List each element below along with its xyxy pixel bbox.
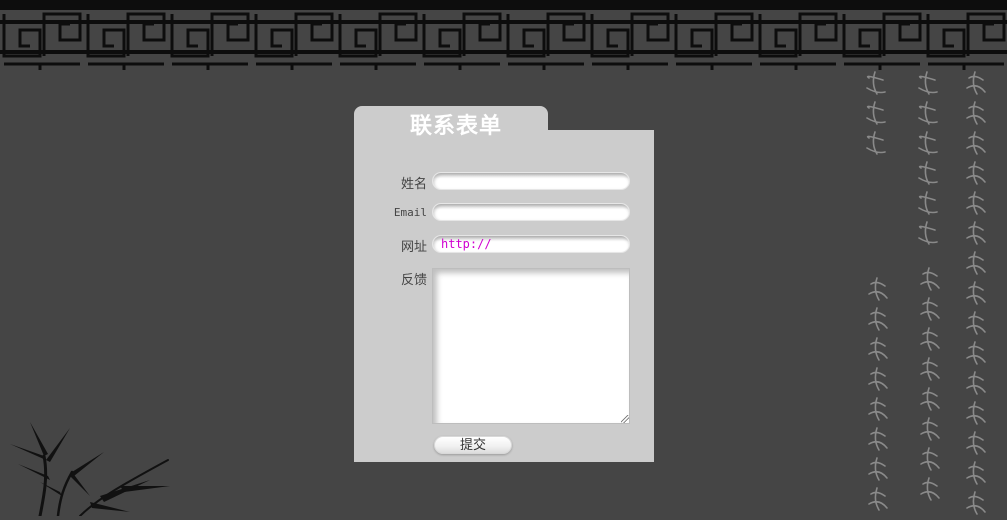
calligraphy-stroke bbox=[918, 221, 938, 245]
name-input[interactable] bbox=[432, 172, 630, 190]
calligraphy-stroke bbox=[868, 337, 888, 361]
calligraphy-stroke bbox=[920, 327, 940, 351]
submit-button[interactable]: 提交 bbox=[434, 436, 512, 454]
calligraphy-stroke bbox=[868, 307, 888, 331]
calligraphy-stroke bbox=[966, 371, 986, 395]
form-title: 联系表单 bbox=[409, 113, 502, 139]
calligraphy-stroke bbox=[866, 71, 886, 95]
calligraphy-stroke bbox=[966, 311, 986, 335]
calligraphy-stroke bbox=[866, 131, 886, 155]
calligraphy-stroke bbox=[868, 367, 888, 391]
name-label: 姓名 bbox=[400, 177, 427, 192]
calligraphy-stroke bbox=[866, 101, 886, 125]
calligraphy-stroke bbox=[966, 251, 986, 275]
calligraphy-stroke bbox=[918, 101, 938, 125]
url-input[interactable] bbox=[432, 235, 630, 253]
calligraphy-stroke bbox=[966, 461, 986, 485]
email-input[interactable] bbox=[432, 203, 630, 221]
calligraphy-stroke bbox=[920, 387, 940, 411]
calligraphy-stroke bbox=[966, 281, 986, 305]
calligraphy-stroke bbox=[918, 191, 938, 215]
calligraphy-stroke bbox=[918, 71, 938, 95]
calligraphy-stroke bbox=[966, 401, 986, 425]
feedback-label: 反馈 bbox=[400, 273, 427, 288]
calligraphy-stroke bbox=[868, 277, 888, 301]
calligraphy-stroke bbox=[966, 71, 986, 95]
email-label: Email bbox=[393, 206, 427, 219]
calligraphy-stroke bbox=[966, 491, 986, 515]
lattice-border-icon bbox=[0, 0, 1007, 72]
calligraphy-stroke bbox=[966, 431, 986, 455]
feedback-textarea[interactable] bbox=[432, 268, 630, 424]
calligraphy-stroke bbox=[868, 487, 888, 511]
url-label: 网址 bbox=[400, 240, 427, 255]
calligraphy-stroke bbox=[918, 161, 938, 185]
calligraphy-stroke bbox=[966, 131, 986, 155]
resize-grip-icon[interactable] bbox=[621, 415, 629, 423]
calligraphy-stroke bbox=[966, 101, 986, 125]
calligraphy-stroke bbox=[920, 297, 940, 321]
calligraphy-stroke bbox=[966, 191, 986, 215]
calligraphy-stroke bbox=[966, 341, 986, 365]
calligraphy-stroke bbox=[918, 131, 938, 155]
calligraphy-stroke bbox=[920, 357, 940, 381]
calligraphy-stroke bbox=[920, 447, 940, 471]
contact-form: 联系表单 姓名 Email 网址 反馈 提交 bbox=[354, 106, 654, 462]
calligraphy-stroke bbox=[868, 457, 888, 481]
calligraphy-stroke bbox=[966, 161, 986, 185]
calligraphy-stroke bbox=[966, 221, 986, 245]
calligraphy-stroke bbox=[868, 397, 888, 421]
calligraphy-stroke bbox=[920, 477, 940, 501]
ink-bamboo-icon bbox=[0, 416, 180, 518]
calligraphy-stroke bbox=[920, 267, 940, 291]
calligraphy-stroke bbox=[868, 427, 888, 451]
calligraphy-stroke bbox=[920, 417, 940, 441]
calligraphy-poem-icon bbox=[857, 68, 1007, 516]
